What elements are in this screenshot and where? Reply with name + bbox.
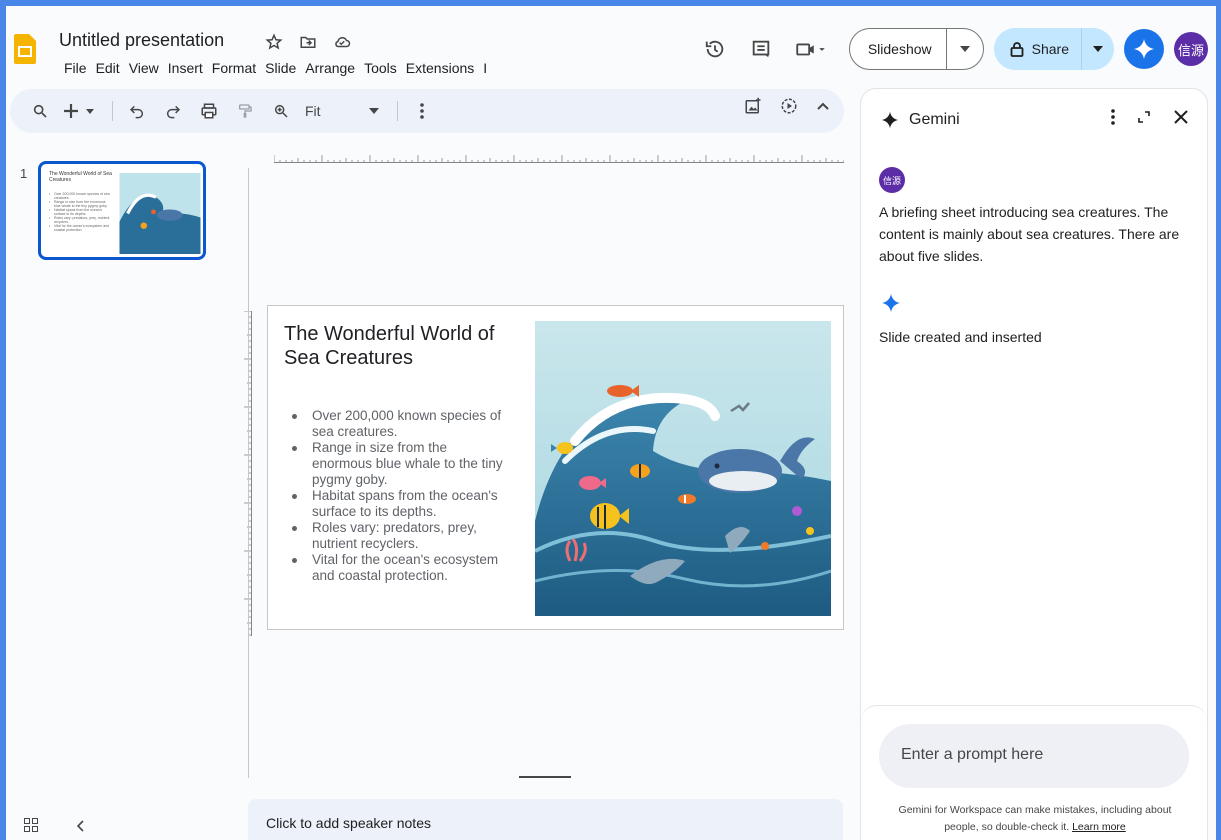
version-history-icon[interactable] (697, 31, 733, 67)
gemini-panel-header: Gemini (881, 111, 960, 129)
prompt-input[interactable]: Enter a prompt here (879, 724, 1189, 788)
comments-icon[interactable] (743, 31, 779, 67)
share-dropdown-icon[interactable] (1082, 28, 1114, 70)
thumbnail-bullet: Roles vary: predators, prey, nutrient re… (49, 216, 113, 224)
thumbnail-bullet: Vital for the ocean's ecosystem and coas… (49, 224, 113, 232)
slide-bullet: Range in size from the enormous blue wha… (290, 440, 506, 488)
close-icon[interactable] (1173, 109, 1189, 130)
cloud-status-icon[interactable] (332, 32, 352, 52)
search-menus-icon[interactable] (28, 97, 52, 125)
thumbnail-bullet: Over 200,000 known species of sea creatu… (49, 192, 113, 200)
gemini-disclaimer: Gemini for Workspace can make mistakes, … (881, 802, 1189, 836)
grid-view-icon[interactable] (24, 818, 38, 837)
disclaimer-text: Gemini for Workspace can make mistakes, … (898, 804, 1172, 833)
vertical-ruler (244, 311, 252, 636)
gemini-reply-sparkle-icon (881, 293, 901, 313)
move-folder-icon[interactable] (298, 32, 318, 52)
paint-format-icon[interactable] (233, 97, 257, 125)
user-avatar: 信源 (879, 167, 905, 193)
collapse-toolbar-icon[interactable] (816, 97, 830, 120)
sparkle-icon (1133, 38, 1155, 60)
canvas-edge (248, 168, 249, 778)
zoom-value: Fit (305, 103, 321, 119)
more-vert-icon[interactable] (1111, 109, 1115, 130)
slide-canvas[interactable]: The Wonderful World of Sea Creatures Ove… (267, 305, 844, 630)
gemini-panel-footer: Enter a prompt here Gemini for Workspace… (861, 705, 1207, 840)
gemini-side-panel: Gemini 信源 A briefing sheet introducing s… (860, 88, 1208, 840)
menu-bar: File Edit View Insert Format Slide Arran… (60, 60, 492, 76)
menu-file[interactable]: File (60, 60, 91, 76)
slide-bullet: Roles vary: predators, prey, nutrient re… (290, 520, 506, 552)
meet-video-icon[interactable] (789, 31, 833, 67)
slide-bullet: Vital for the ocean's ecosystem and coas… (290, 552, 506, 584)
horizontal-ruler (274, 155, 844, 163)
add-image-icon[interactable] (744, 97, 762, 120)
gemini-sparkle-icon (881, 111, 899, 129)
lock-icon (1010, 42, 1024, 57)
thumbnail-bullets: Over 200,000 known species of sea creatu… (49, 192, 113, 232)
slideshow-dropdown-icon[interactable] (947, 29, 983, 69)
user-prompt-message: A briefing sheet introducing sea creatur… (879, 204, 1180, 264)
more-options-icon[interactable] (410, 97, 434, 125)
header: Untitled presentation File Edit View Ins… (6, 6, 1216, 90)
zoom-select[interactable]: Fit (305, 97, 385, 125)
collapse-filmstrip-icon[interactable] (76, 819, 84, 837)
play-slide-icon[interactable] (780, 97, 798, 120)
menu-insert[interactable]: Insert (164, 60, 207, 76)
zoom-icon[interactable] (269, 97, 293, 125)
share-button[interactable]: Share (993, 28, 1114, 70)
slide-bullet: Habitat spans from the ocean's surface t… (290, 488, 506, 520)
slide-number: 1 (20, 166, 28, 181)
menu-format[interactable]: Format (208, 60, 260, 76)
slideshow-label[interactable]: Slideshow (850, 29, 947, 69)
zoom-dropdown-icon (369, 108, 379, 114)
toolbar-separator (397, 101, 398, 121)
thumbnail-bullet: Range in size from the enormous blue wha… (49, 200, 113, 208)
gemini-panel-title: Gemini (909, 111, 960, 128)
menu-help-truncated[interactable]: I (479, 60, 491, 76)
thumbnail-bullet: Habitat spans from the ocean's surface t… (49, 208, 113, 216)
expand-panel-icon[interactable] (1137, 110, 1151, 129)
prompt-placeholder: Enter a prompt here (901, 746, 1044, 763)
menu-slide[interactable]: Slide (261, 60, 300, 76)
document-title[interactable]: Untitled presentation (59, 30, 224, 51)
share-label: Share (1031, 41, 1069, 57)
print-icon[interactable] (197, 97, 221, 125)
gemini-sparkle-button[interactable] (1124, 29, 1164, 69)
sea-creatures-image[interactable] (535, 321, 831, 616)
slide-bullet-list[interactable]: Over 200,000 known species of sea creatu… (290, 408, 506, 584)
new-slide-icon[interactable] (64, 97, 100, 125)
menu-arrange[interactable]: Arrange (301, 60, 359, 76)
thumbnail-sea-image (119, 173, 201, 254)
account-avatar[interactable]: 信源 (1174, 32, 1208, 66)
redo-icon[interactable] (161, 97, 185, 125)
slide-bullet: Over 200,000 known species of sea creatu… (290, 408, 506, 440)
speaker-notes-placeholder: Click to add speaker notes (266, 815, 431, 831)
menu-tools[interactable]: Tools (360, 60, 401, 76)
learn-more-link[interactable]: Learn more (1072, 821, 1126, 833)
slide-title[interactable]: The Wonderful World of Sea Creatures (284, 322, 514, 370)
toolbar-separator (112, 101, 113, 121)
menu-extensions[interactable]: Extensions (402, 60, 478, 76)
undo-icon[interactable] (125, 97, 149, 125)
notes-resize-handle[interactable] (519, 776, 571, 778)
app-window: Untitled presentation File Edit View Ins… (6, 6, 1216, 840)
menu-view[interactable]: View (125, 60, 163, 76)
gemini-reply-message: Slide created and inserted (879, 329, 1042, 345)
slideshow-button[interactable]: Slideshow (848, 28, 984, 70)
slides-logo-icon[interactable] (14, 34, 36, 64)
speaker-notes[interactable]: Click to add speaker notes (248, 799, 843, 840)
slide-thumbnail[interactable]: The Wonderful World of Sea Creatures Ove… (38, 161, 206, 260)
star-icon[interactable] (264, 32, 284, 52)
thumbnail-title: The Wonderful World of Sea Creatures (49, 171, 112, 183)
toolbar: Fit (10, 89, 844, 133)
menu-edit[interactable]: Edit (92, 60, 124, 76)
